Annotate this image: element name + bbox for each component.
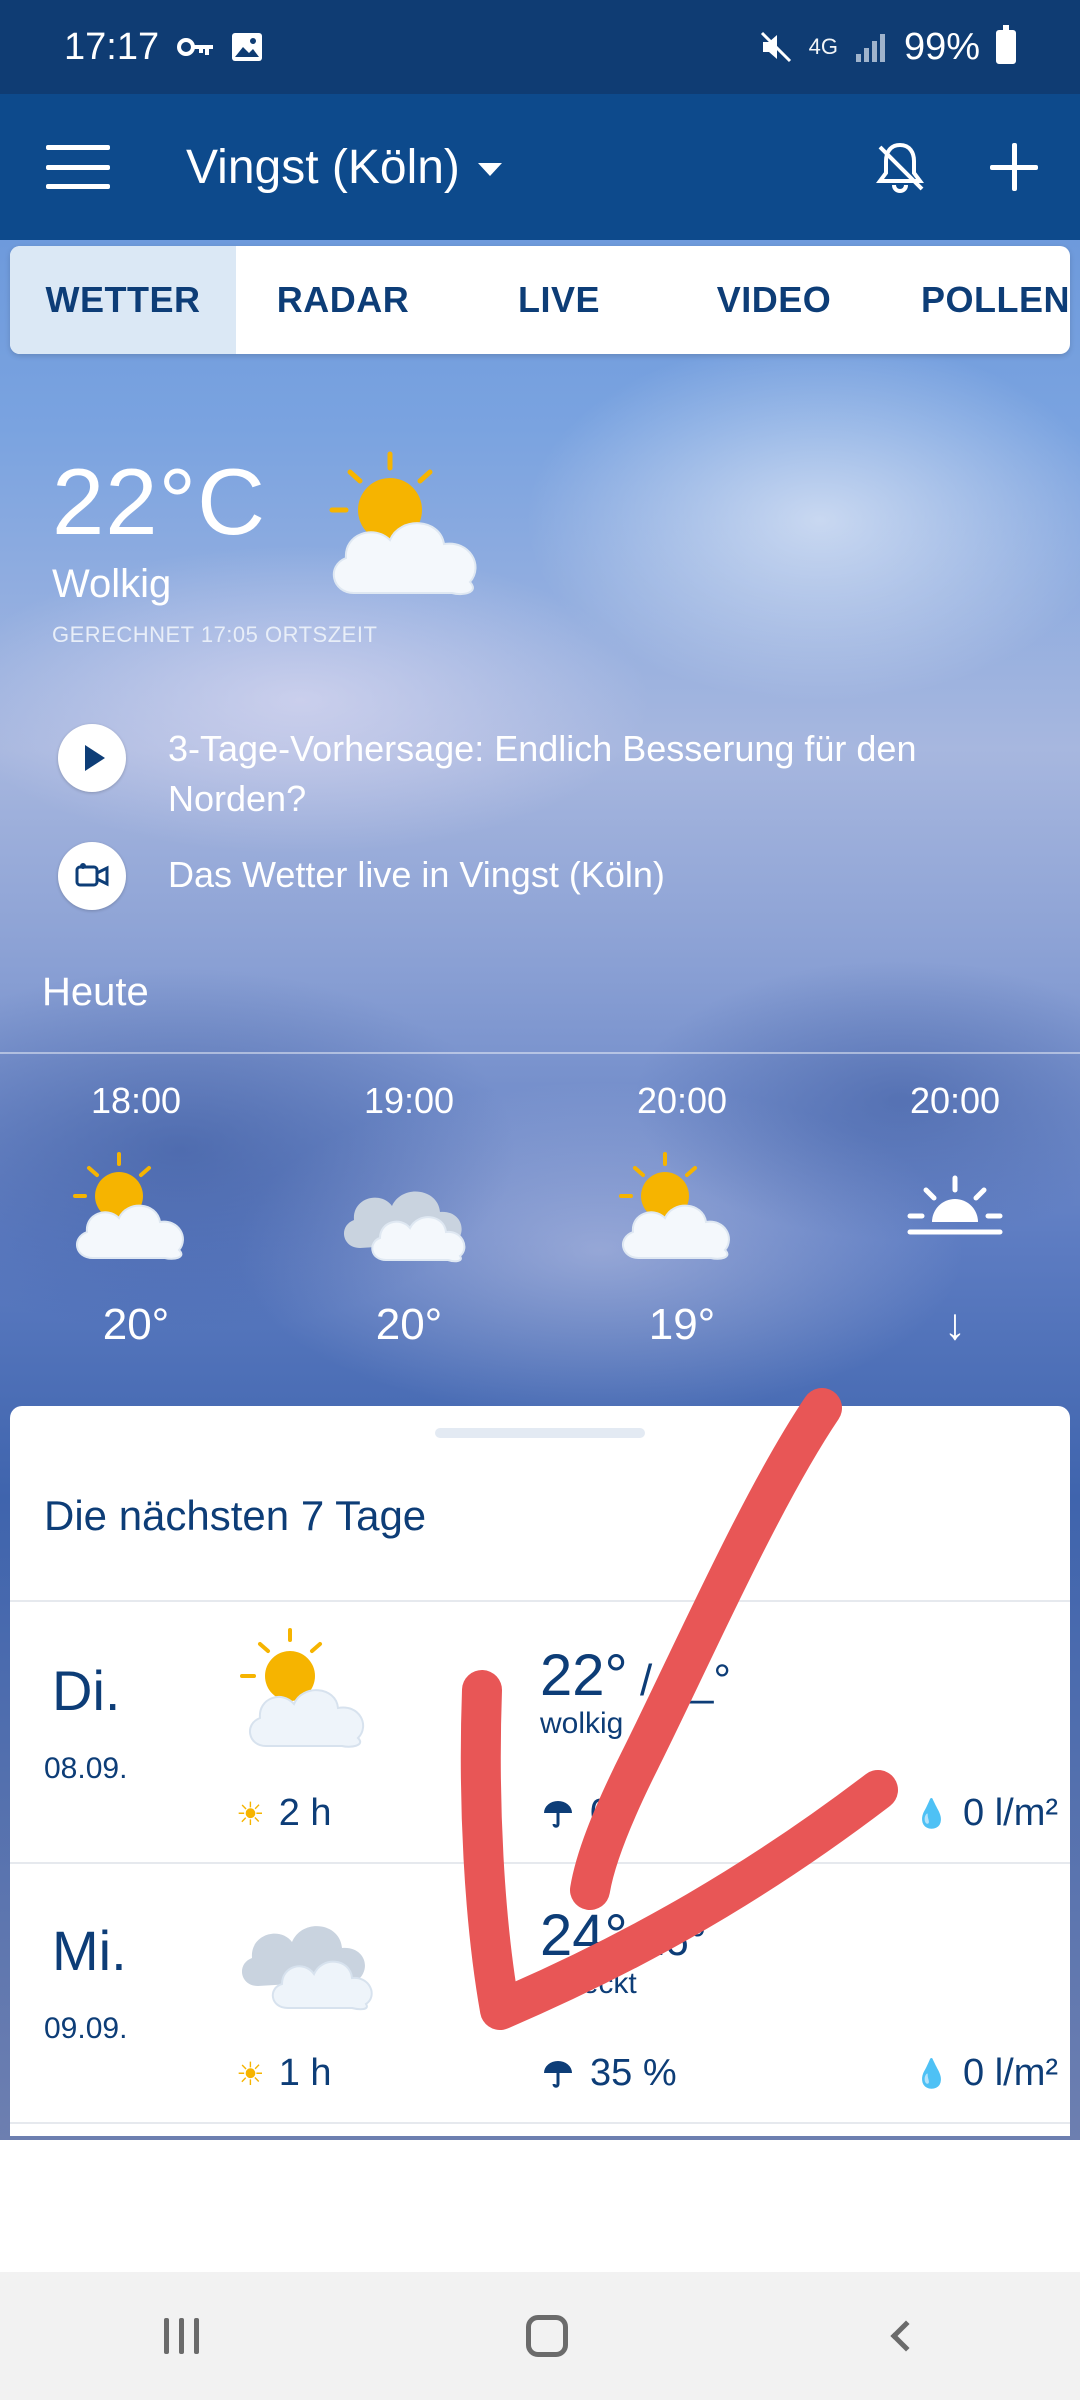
app-bar: Vingst (Köln) [0, 94, 1080, 240]
image-icon [232, 33, 263, 61]
raindrop-icon: 💧 [914, 1798, 949, 1829]
dropdown-caret-icon [477, 162, 502, 176]
today-label: Heute [42, 970, 149, 1014]
temp-high: 22° [540, 1643, 628, 1708]
sunset-icon [907, 1175, 1003, 1235]
rain-probability: 35 % [542, 2052, 677, 2095]
rain-probability: 0 [542, 1792, 611, 1835]
hour-time: 20:00 [636, 1080, 728, 1121]
forecast-title: Die nächsten 7 Tage [44, 1492, 427, 1539]
mute-vibrate-icon [760, 31, 791, 63]
status-bar: 17:17 4G 99% [0, 0, 1080, 94]
temp-low: 1_° [664, 1656, 731, 1705]
calculated-time: GERECHNET 17:05 ORTSZEIT [52, 622, 378, 647]
cloud-icon [241, 1926, 373, 2011]
location-selector[interactable]: Vingst (Köln) [186, 140, 502, 195]
temperature-range: 22° / 1_° wolkig [540, 1642, 731, 1741]
news-item-text: 3-Tage-Vorhersage: Endlich Besserung für… [168, 728, 917, 819]
day-name: Di. [52, 1659, 121, 1722]
temp-separator: / [627, 1656, 665, 1705]
news-item-text: Das Wetter live in Vingst (Köln) [168, 854, 665, 895]
system-navigation-bar [0, 2272, 1080, 2400]
temp-separator [628, 1916, 640, 1965]
status-time: 17:17 [64, 25, 160, 68]
tab-bar: WETTER RADAR LIVE VIDEO POLLEN [10, 246, 1070, 354]
sheet-handle[interactable] [435, 1428, 645, 1438]
day-condition: ...deckt [540, 1967, 637, 2000]
add-location-button[interactable] [990, 143, 1038, 191]
battery-percent: 99% [903, 25, 980, 68]
rain-amount: 💧 0 l/m² [914, 1792, 1058, 1834]
back-icon[interactable] [889, 2320, 922, 2352]
tab-live[interactable]: LIVE [450, 246, 668, 354]
hour-temp: 19° [648, 1300, 716, 1349]
hourly-item[interactable]: 18:00 20° [36, 1080, 236, 1350]
notifications-off-icon[interactable] [870, 137, 930, 197]
umbrella-icon [544, 1800, 572, 1828]
hour-temp: 20° [375, 1300, 443, 1349]
sun-icon: ☀ [236, 2055, 265, 2092]
battery-icon [996, 25, 1016, 64]
location-name: Vingst (Köln) [186, 140, 460, 194]
umbrella-icon [544, 2060, 572, 2088]
network-type: 4G [808, 34, 838, 59]
sunshine-duration: ☀ 1 h [236, 2052, 332, 2094]
rain-amount: 💧 0 l/m² [914, 2052, 1058, 2094]
hour-temp: 20° [102, 1300, 170, 1349]
recent-apps-icon[interactable] [163, 2318, 199, 2354]
home-icon[interactable] [525, 2315, 568, 2357]
day-name: Mi. [52, 1919, 127, 1982]
news-item-live[interactable]: Das Wetter live in Vingst (Köln) [58, 842, 1048, 910]
menu-icon[interactable] [46, 145, 110, 189]
temp-low: 16° [639, 1916, 707, 1965]
hourly-item[interactable]: 19:00 20° [309, 1080, 509, 1350]
sun-cloud-icon [619, 1152, 730, 1260]
day-date: 09.09. [44, 2012, 128, 2045]
hourly-item[interactable]: 20:00 19° [582, 1080, 782, 1350]
cloud-icon [343, 1191, 466, 1263]
video-camera-icon [58, 842, 126, 910]
sun-cloud-icon [73, 1152, 184, 1260]
hour-time: 20:00 [909, 1080, 1001, 1121]
sun-cloud-icon [329, 451, 477, 596]
forecast-day-row[interactable]: Di. 08.09. ☀ 2 h 22° / 1_° wolkig 0 💧 0 … [10, 1602, 1070, 1860]
raindrop-icon: 💧 [914, 2058, 949, 2089]
key-icon [177, 38, 214, 56]
hour-time: 18:00 [90, 1080, 182, 1121]
forecast-day-row[interactable]: Mi. 09.09. ☀ 1 h 24° 16° ...deckt 35 % 💧… [10, 1862, 1070, 2120]
tab-wetter[interactable]: WETTER [10, 246, 236, 354]
current-condition: Wolkig [52, 562, 172, 606]
tab-radar[interactable]: RADAR [236, 246, 450, 354]
divider [0, 1052, 1080, 1054]
signal-icon [855, 34, 885, 62]
sun-icon: ☀ [236, 1795, 265, 1832]
hour-time: 19:00 [363, 1080, 455, 1121]
temperature-range: 24° 16° ...deckt [540, 1902, 707, 2001]
day-date: 08.09. [44, 1752, 128, 1785]
tab-pollen[interactable]: POLLEN [880, 246, 1070, 354]
forecast-sheet: Die nächsten 7 Tage Di. 08.09. ☀ 2 h 22°… [10, 1406, 1070, 2136]
tab-video[interactable]: VIDEO [668, 246, 880, 354]
day-condition: wolkig [540, 1707, 624, 1740]
news-item-forecast[interactable]: 3-Tage-Vorhersage: Endlich Besserung für… [58, 724, 1048, 824]
sunset-arrow: ↓ [944, 1300, 966, 1349]
hourly-item[interactable]: 20:00 ↓ [855, 1080, 1055, 1350]
play-icon [58, 724, 126, 792]
divider [10, 2122, 1070, 2124]
current-temperature: 22°C [52, 449, 267, 554]
temp-high: 24° [540, 1903, 628, 1968]
sun-cloud-icon [240, 1628, 365, 1748]
sunshine-duration: ☀ 2 h [236, 1792, 332, 1834]
